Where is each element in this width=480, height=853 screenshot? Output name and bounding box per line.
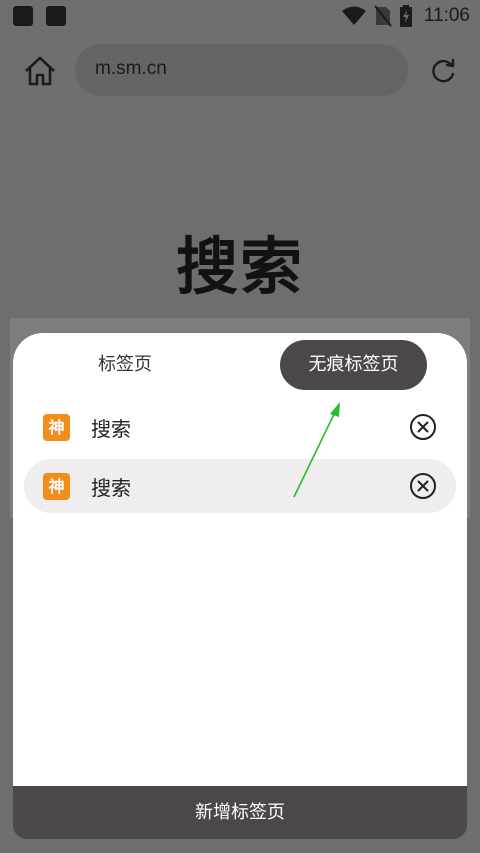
tab-private-tabs[interactable]: 无痕标签页 bbox=[280, 340, 427, 390]
favicon: 神 bbox=[43, 473, 70, 500]
home-icon[interactable] bbox=[22, 53, 58, 89]
battery-icon bbox=[399, 5, 412, 27]
no-sim-icon bbox=[374, 5, 392, 27]
open-tab-item[interactable]: 神 搜索 bbox=[24, 400, 456, 454]
new-tab-button[interactable]: 新增标签页 bbox=[13, 786, 467, 839]
url-text: m.sm.cn bbox=[95, 58, 167, 79]
refresh-icon[interactable] bbox=[428, 56, 458, 86]
open-tab-title: 搜索 bbox=[91, 476, 131, 500]
open-tab-item-active[interactable]: 神 搜索 bbox=[24, 459, 456, 513]
status-bar: 11:06 bbox=[0, 0, 480, 33]
notification-icon bbox=[13, 6, 33, 26]
close-icon[interactable] bbox=[409, 413, 437, 441]
status-icons: 11:06 bbox=[341, 4, 470, 28]
notification-icon bbox=[46, 6, 66, 26]
tab-switcher-panel: 标签页 无痕标签页 神 搜索 神 搜索 bbox=[13, 333, 467, 839]
wifi-icon bbox=[341, 6, 366, 25]
browser-toolbar: m.sm.cn bbox=[0, 33, 480, 120]
open-tab-title: 搜索 bbox=[91, 417, 131, 441]
favicon: 神 bbox=[43, 414, 70, 441]
close-icon[interactable] bbox=[409, 472, 437, 500]
clock: 11:06 bbox=[423, 5, 470, 26]
page-title: 搜索 bbox=[175, 230, 304, 303]
tab-normal-tabs[interactable]: 标签页 bbox=[75, 351, 175, 379]
address-bar[interactable]: m.sm.cn bbox=[75, 44, 408, 96]
